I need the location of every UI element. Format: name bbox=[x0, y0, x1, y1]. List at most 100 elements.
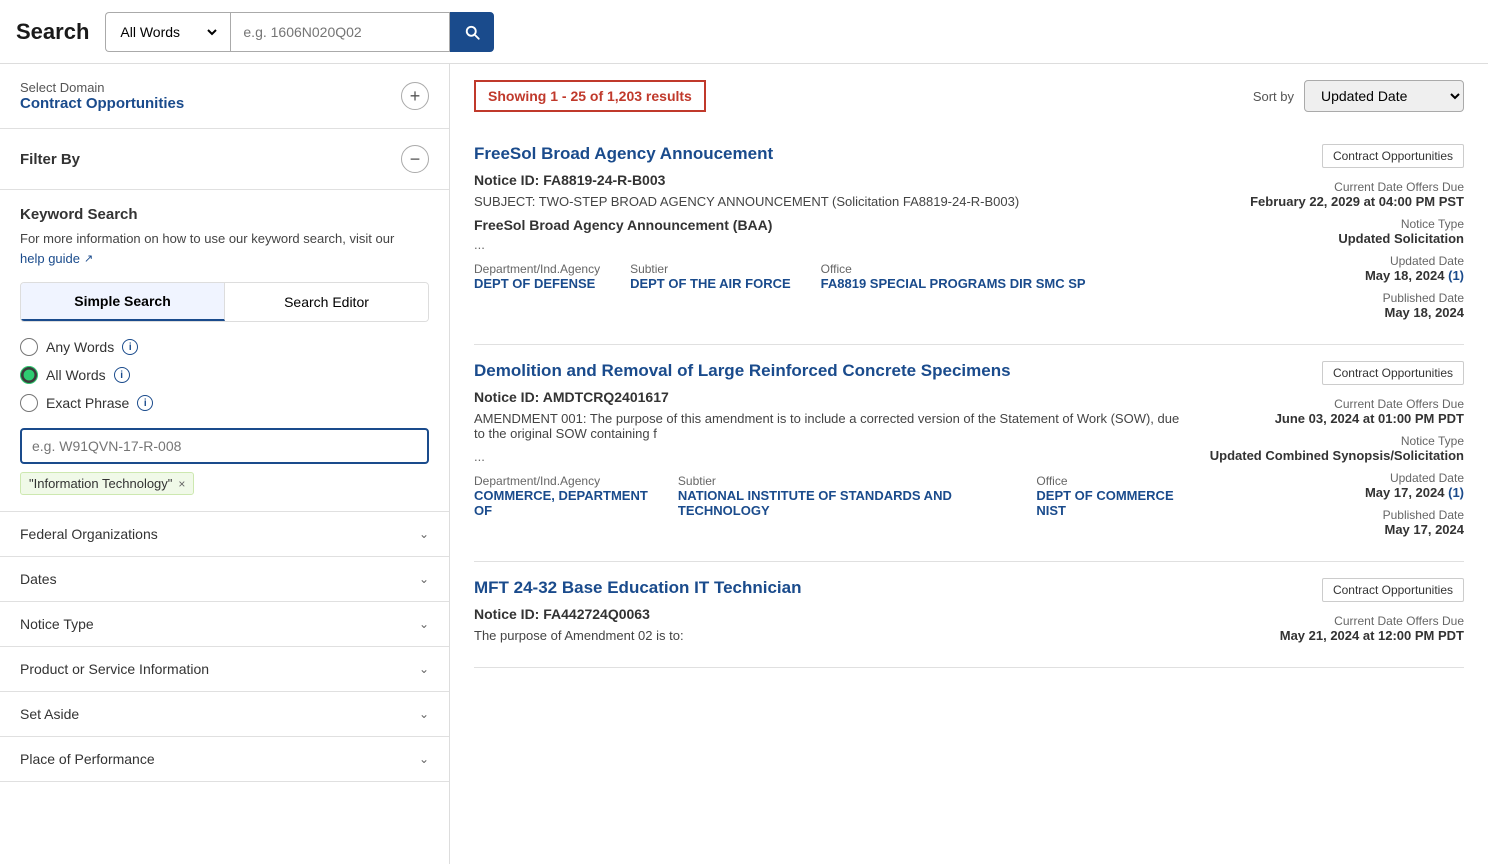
collapse-filter-button[interactable]: − bbox=[401, 145, 429, 173]
chevron-down-icon: ⌄ bbox=[419, 662, 429, 676]
result-main: Demolition and Removal of Large Reinforc… bbox=[474, 361, 1188, 545]
sort-select[interactable]: Updated Date Relevance Published Date bbox=[1304, 80, 1464, 112]
domain-info: Select Domain Contract Opportunities bbox=[20, 80, 184, 112]
dept-col: Department/Ind.Agency COMMERCE, DEPARTME… bbox=[474, 474, 648, 518]
result-subject: The purpose of Amendment 02 is to: bbox=[474, 628, 1188, 643]
filter-by-label: Filter By bbox=[20, 151, 80, 168]
keyword-input-wrapper bbox=[20, 428, 429, 464]
chevron-down-icon: ⌄ bbox=[419, 617, 429, 631]
radio-any-words[interactable]: Any Words i bbox=[20, 338, 429, 356]
search-icon bbox=[463, 23, 481, 41]
filter-dates[interactable]: Dates ⌄ bbox=[0, 557, 449, 602]
radio-any-words-label: Any Words bbox=[46, 339, 114, 355]
office-value: DEPT OF COMMERCE NIST bbox=[1036, 488, 1188, 518]
office-value: FA8819 SPECIAL PROGRAMS DIR SMC SP bbox=[821, 276, 1086, 291]
offers-due-field: Current Date Offers Due June 03, 2024 at… bbox=[1204, 397, 1464, 426]
chevron-down-icon: ⌄ bbox=[419, 752, 429, 766]
subtier-value[interactable]: NATIONAL INSTITUTE OF STANDARDS AND TECH… bbox=[678, 488, 1007, 518]
result-item: FreeSol Broad Agency Annoucement Notice … bbox=[474, 128, 1464, 345]
result-meta: Contract Opportunities Current Date Offe… bbox=[1204, 578, 1464, 651]
subtier-col: Subtier NATIONAL INSTITUTE OF STANDARDS … bbox=[678, 474, 1007, 518]
filter-place-of-performance[interactable]: Place of Performance ⌄ bbox=[0, 737, 449, 782]
filter-federal-orgs[interactable]: Federal Organizations ⌄ bbox=[0, 512, 449, 557]
updated-date-field: Updated Date May 17, 2024 (1) bbox=[1204, 471, 1464, 500]
result-subject: AMENDMENT 001: The purpose of this amend… bbox=[474, 411, 1188, 441]
domain-section: Select Domain Contract Opportunities + bbox=[0, 64, 449, 129]
filter-set-aside[interactable]: Set Aside ⌄ bbox=[0, 692, 449, 737]
keyword-title: Keyword Search bbox=[20, 206, 429, 223]
page-title: Search bbox=[16, 19, 89, 45]
search-type-select[interactable]: All Words Any Words Exact Phrase bbox=[116, 23, 220, 41]
result-badge: Contract Opportunities bbox=[1322, 144, 1464, 168]
tab-simple-search[interactable]: Simple Search bbox=[21, 283, 225, 321]
result-badge: Contract Opportunities bbox=[1322, 578, 1464, 602]
keyword-section: Keyword Search For more information on h… bbox=[0, 190, 449, 512]
search-type-dropdown[interactable]: All Words Any Words Exact Phrase bbox=[105, 12, 230, 52]
radio-all-words-input[interactable] bbox=[20, 366, 38, 384]
offers-due-field: Current Date Offers Due February 22, 202… bbox=[1204, 180, 1464, 209]
published-date-field: Published Date May 17, 2024 bbox=[1204, 508, 1464, 537]
result-item: MFT 24-32 Base Education IT Technician N… bbox=[474, 562, 1464, 668]
result-title[interactable]: MFT 24-32 Base Education IT Technician bbox=[474, 578, 1188, 598]
radio-any-words-input[interactable] bbox=[20, 338, 38, 356]
result-badge: Contract Opportunities bbox=[1322, 361, 1464, 385]
chevron-down-icon: ⌄ bbox=[419, 527, 429, 541]
published-date-field: Published Date May 18, 2024 bbox=[1204, 291, 1464, 320]
subtier-col: Subtier DEPT OF THE AIR FORCE bbox=[630, 262, 791, 291]
keyword-radio-group: Any Words i All Words i Exact Phrase i bbox=[20, 338, 429, 412]
dept-value[interactable]: DEPT OF DEFENSE bbox=[474, 276, 600, 291]
notice-id: Notice ID: FA442724Q0063 bbox=[474, 606, 1188, 622]
any-words-info-icon[interactable]: i bbox=[122, 339, 138, 355]
external-link-icon: ↗ bbox=[84, 252, 93, 265]
domain-label: Select Domain bbox=[20, 80, 184, 95]
sort-label: Sort by bbox=[1253, 89, 1294, 104]
radio-exact-phrase-input[interactable] bbox=[20, 394, 38, 412]
main-search-input[interactable] bbox=[230, 12, 450, 52]
office-col: Office DEPT OF COMMERCE NIST bbox=[1036, 474, 1188, 518]
result-ellipsis: ... bbox=[474, 449, 1188, 464]
keyword-tag: "Information Technology" × bbox=[20, 472, 194, 495]
tag-close-button[interactable]: × bbox=[178, 477, 185, 491]
main-search-button[interactable] bbox=[450, 12, 494, 52]
domain-value: Contract Opportunities bbox=[20, 95, 184, 112]
subtier-value[interactable]: DEPT OF THE AIR FORCE bbox=[630, 276, 791, 291]
main-layout: Select Domain Contract Opportunities + F… bbox=[0, 64, 1488, 864]
results-header: Showing 1 - 25 of 1,203 results Sort by … bbox=[474, 80, 1464, 112]
tab-search-editor[interactable]: Search Editor bbox=[225, 283, 428, 321]
updated-date-link[interactable]: (1) bbox=[1448, 485, 1464, 500]
search-tabs: Simple Search Search Editor bbox=[20, 282, 429, 322]
exact-phrase-info-icon[interactable]: i bbox=[137, 395, 153, 411]
tag-value: "Information Technology" bbox=[29, 476, 172, 491]
sort-area: Sort by Updated Date Relevance Published… bbox=[1253, 80, 1464, 112]
result-title[interactable]: FreeSol Broad Agency Annoucement bbox=[474, 144, 1188, 164]
radio-exact-phrase-label: Exact Phrase bbox=[46, 395, 129, 411]
content-area: Showing 1 - 25 of 1,203 results Sort by … bbox=[450, 64, 1488, 864]
radio-exact-phrase[interactable]: Exact Phrase i bbox=[20, 394, 429, 412]
filter-notice-type[interactable]: Notice Type ⌄ bbox=[0, 602, 449, 647]
result-meta: Contract Opportunities Current Date Offe… bbox=[1204, 144, 1464, 328]
result-main: FreeSol Broad Agency Annoucement Notice … bbox=[474, 144, 1188, 328]
filter-product-service[interactable]: Product or Service Information ⌄ bbox=[0, 647, 449, 692]
chevron-down-icon: ⌄ bbox=[419, 572, 429, 586]
dept-col: Department/Ind.Agency DEPT OF DEFENSE bbox=[474, 262, 600, 291]
dept-value[interactable]: COMMERCE, DEPARTMENT OF bbox=[474, 488, 648, 518]
result-baa: FreeSol Broad Agency Announcement (BAA) bbox=[474, 217, 1188, 233]
keyword-input[interactable] bbox=[32, 438, 417, 454]
updated-date-link[interactable]: (1) bbox=[1448, 268, 1464, 283]
result-ellipsis: ... bbox=[474, 237, 1188, 252]
result-main: MFT 24-32 Base Education IT Technician N… bbox=[474, 578, 1188, 651]
add-domain-button[interactable]: + bbox=[401, 82, 429, 110]
results-count: Showing 1 - 25 of 1,203 results bbox=[474, 80, 706, 112]
result-title[interactable]: Demolition and Removal of Large Reinforc… bbox=[474, 361, 1188, 381]
help-guide-link[interactable]: help guide ↗ bbox=[20, 251, 93, 266]
radio-all-words[interactable]: All Words i bbox=[20, 366, 429, 384]
dept-row: Department/Ind.Agency DEPT OF DEFENSE Su… bbox=[474, 262, 1188, 291]
office-col: Office FA8819 SPECIAL PROGRAMS DIR SMC S… bbox=[821, 262, 1086, 291]
header: Search All Words Any Words Exact Phrase bbox=[0, 0, 1488, 64]
result-item: Demolition and Removal of Large Reinforc… bbox=[474, 345, 1464, 562]
chevron-down-icon: ⌄ bbox=[419, 707, 429, 721]
keyword-desc: For more information on how to use our k… bbox=[20, 231, 429, 246]
all-words-info-icon[interactable]: i bbox=[114, 367, 130, 383]
radio-all-words-label: All Words bbox=[46, 367, 106, 383]
dept-row: Department/Ind.Agency COMMERCE, DEPARTME… bbox=[474, 474, 1188, 518]
